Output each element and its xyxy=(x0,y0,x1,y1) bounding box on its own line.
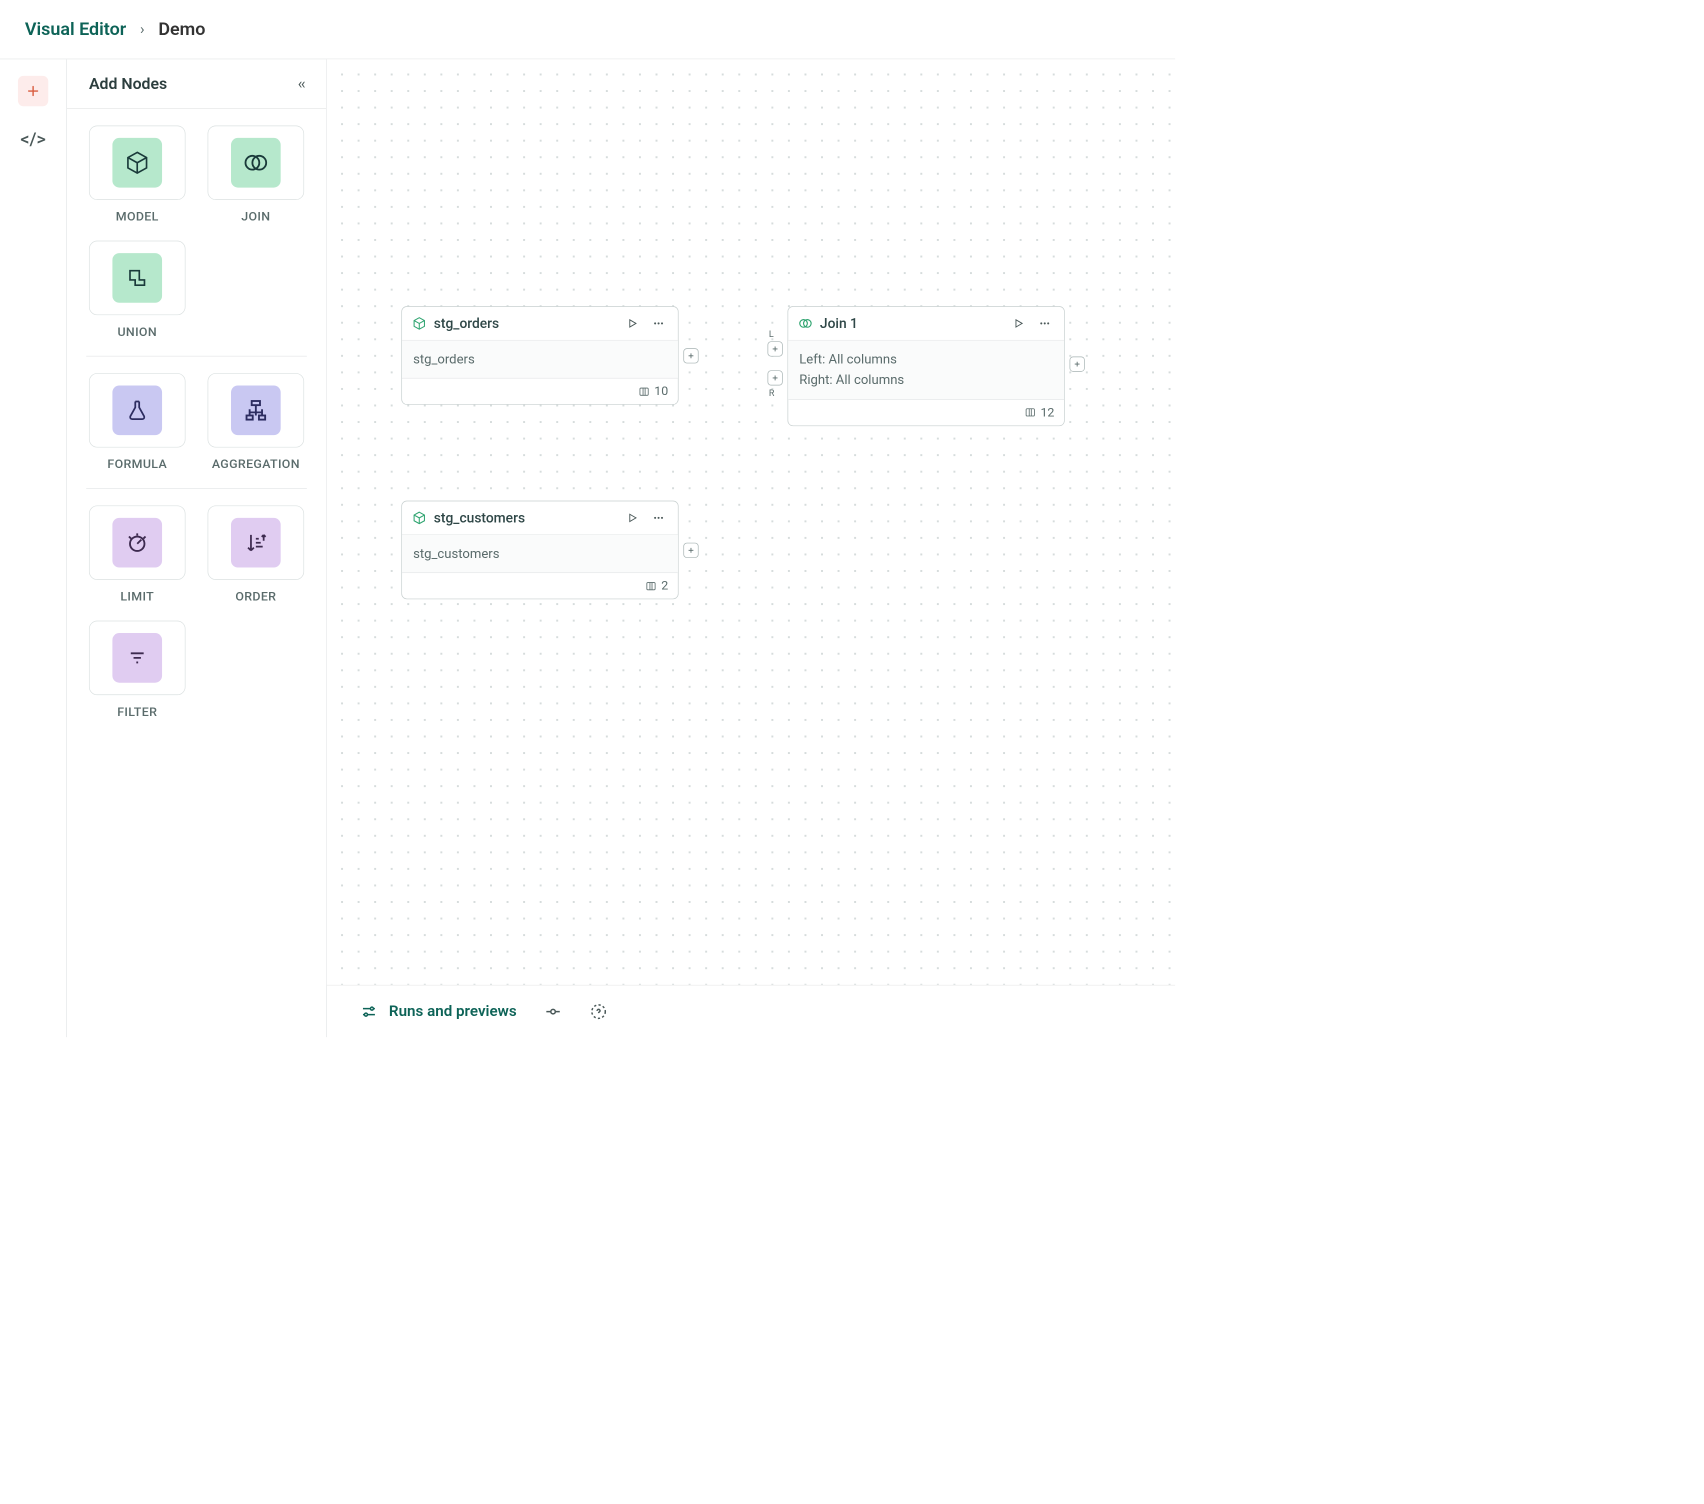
output-port[interactable] xyxy=(1070,357,1085,372)
left-rail: </> xyxy=(0,59,66,1037)
palette-item-order[interactable]: ORDER xyxy=(205,505,307,604)
port-label-left: L xyxy=(769,330,774,340)
double-chevron-left-icon: ‹‹ xyxy=(298,75,304,92)
cube-icon xyxy=(125,150,150,175)
palette-item-label: MODEL xyxy=(116,210,159,224)
port-label-right: R xyxy=(769,388,775,398)
footer-bar: Runs and previews xyxy=(327,985,1175,1037)
palette-item-label: FORMULA xyxy=(107,457,167,471)
runs-and-previews-button[interactable]: Runs and previews xyxy=(360,1002,517,1020)
plus-icon xyxy=(687,352,695,360)
cube-icon xyxy=(412,510,427,525)
node-subtitle: stg_orders xyxy=(413,349,667,370)
canvas[interactable]: stg_orders stg_orders 10 xyxy=(327,59,1175,984)
beaker-icon xyxy=(126,399,149,422)
palette-item-aggregation[interactable]: AGGREGATION xyxy=(205,373,307,472)
chevron-right-icon: › xyxy=(140,21,145,38)
input-port-right[interactable] xyxy=(768,370,783,385)
palette-item-formula[interactable]: FORMULA xyxy=(86,373,188,472)
help-icon xyxy=(590,1002,608,1020)
node-title: stg_orders xyxy=(434,315,616,332)
column-count: 10 xyxy=(654,384,668,398)
palette-item-model[interactable]: MODEL xyxy=(86,126,188,225)
join-left-label: Left: All columns xyxy=(799,349,1053,370)
node-title: stg_customers xyxy=(434,510,616,527)
plus-icon xyxy=(687,546,695,554)
dots-icon xyxy=(652,511,666,525)
filter-icon xyxy=(126,647,148,669)
plus-icon xyxy=(771,345,779,353)
node-palette-sidebar: Add Nodes ‹‹ MODEL JOIN xyxy=(66,59,327,1037)
breadcrumb-app[interactable]: Visual Editor xyxy=(25,19,126,40)
plus-icon xyxy=(1073,360,1081,368)
runs-label: Runs and previews xyxy=(389,1003,517,1020)
input-port-left[interactable] xyxy=(768,341,783,356)
code-view-button[interactable]: </> xyxy=(18,124,48,154)
node-menu-button[interactable] xyxy=(649,314,668,333)
node-stg-orders[interactable]: stg_orders stg_orders 10 xyxy=(401,306,678,405)
join-right-label: Right: All columns xyxy=(799,370,1053,391)
columns-icon xyxy=(1024,406,1036,418)
commit-button[interactable] xyxy=(544,1002,562,1020)
cube-icon xyxy=(412,316,427,331)
run-node-button[interactable] xyxy=(623,314,642,333)
columns-icon xyxy=(638,385,650,397)
add-node-button[interactable] xyxy=(18,76,48,106)
palette-item-label: JOIN xyxy=(241,210,270,224)
palette-item-label: LIMIT xyxy=(120,590,154,604)
dots-icon xyxy=(1038,317,1052,331)
run-node-button[interactable] xyxy=(1009,314,1028,333)
run-node-button[interactable] xyxy=(623,508,642,527)
node-menu-button[interactable] xyxy=(1035,314,1054,333)
node-menu-button[interactable] xyxy=(649,508,668,527)
output-port[interactable] xyxy=(683,348,698,363)
breadcrumb: Visual Editor › Demo xyxy=(0,0,1175,59)
palette-item-join[interactable]: JOIN xyxy=(205,126,307,225)
dots-icon xyxy=(652,317,666,331)
play-icon xyxy=(626,512,638,524)
palette-item-label: FILTER xyxy=(117,705,157,719)
commit-icon xyxy=(544,1002,562,1020)
palette-item-filter[interactable]: FILTER xyxy=(86,621,188,720)
play-icon xyxy=(1012,317,1024,329)
palette-item-limit[interactable]: LIMIT xyxy=(86,505,188,604)
play-icon xyxy=(626,317,638,329)
plus-icon xyxy=(26,83,41,98)
canvas-area: stg_orders stg_orders 10 xyxy=(327,59,1175,1037)
output-port[interactable] xyxy=(683,543,698,558)
venn-icon xyxy=(798,316,813,331)
node-subtitle: stg_customers xyxy=(413,543,667,564)
palette-item-label: UNION xyxy=(117,325,157,339)
plus-icon xyxy=(771,374,779,382)
column-count: 2 xyxy=(661,579,668,593)
palette-item-label: AGGREGATION xyxy=(212,457,300,471)
sort-icon xyxy=(244,531,267,554)
collapse-sidebar-button[interactable]: ‹‹ xyxy=(298,75,304,92)
node-stg-customers[interactable]: stg_customers stg_customers 2 xyxy=(401,501,678,600)
code-icon: </> xyxy=(20,129,45,150)
node-title: Join 1 xyxy=(820,315,1002,332)
aggregate-icon xyxy=(243,398,268,423)
gauge-icon xyxy=(125,530,150,555)
union-icon xyxy=(125,265,150,290)
palette-item-union[interactable]: UNION xyxy=(86,241,188,340)
columns-icon xyxy=(645,580,657,592)
breadcrumb-page: Demo xyxy=(158,19,205,40)
node-join-1[interactable]: Join 1 Left: All columns Right: All colu… xyxy=(788,306,1065,426)
column-count: 12 xyxy=(1040,405,1054,419)
sidebar-title: Add Nodes xyxy=(89,74,167,93)
palette-item-label: ORDER xyxy=(235,590,276,604)
help-button[interactable] xyxy=(590,1002,608,1020)
sliders-icon xyxy=(360,1002,378,1020)
venn-icon xyxy=(242,149,270,177)
edges-layer xyxy=(327,59,534,162)
